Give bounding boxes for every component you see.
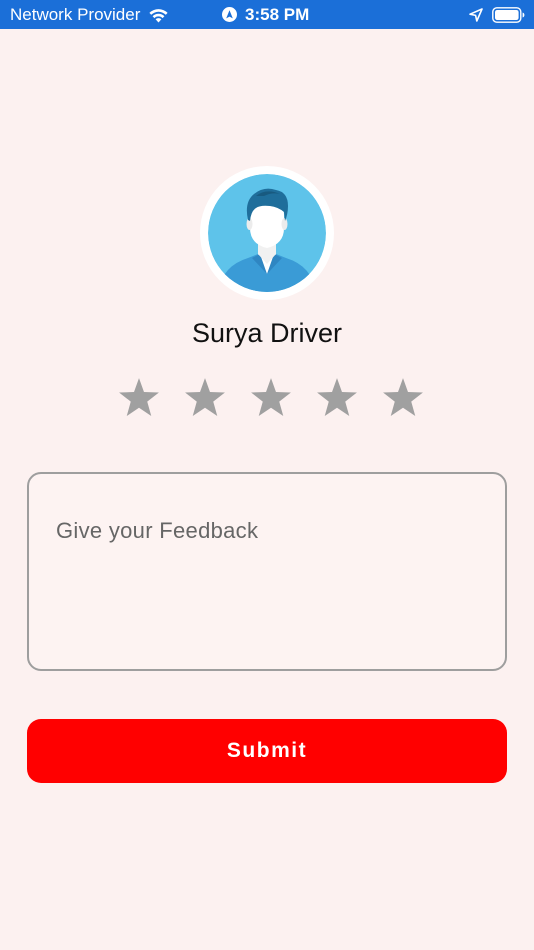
status-time: 3:58 PM	[245, 4, 310, 24]
status-left: Network Provider	[10, 4, 169, 25]
submit-button[interactable]: Submit	[27, 719, 507, 783]
driver-avatar-icon	[208, 174, 326, 292]
star-2-icon[interactable]	[182, 375, 228, 423]
status-bar: Network Provider 3:58 PM	[0, 0, 534, 29]
battery-icon	[492, 6, 525, 23]
location-services-icon	[222, 7, 237, 22]
feedback-input[interactable]	[56, 518, 476, 648]
star-4-icon[interactable]	[314, 375, 360, 423]
feedback-box	[27, 472, 507, 671]
avatar-ring	[200, 166, 334, 300]
star-3-icon[interactable]	[248, 375, 294, 423]
star-1-icon[interactable]	[116, 375, 162, 423]
status-right	[469, 4, 525, 25]
driver-name: Surya Driver	[191, 318, 343, 348]
star-5-icon[interactable]	[380, 375, 426, 423]
location-arrow-icon	[469, 7, 483, 22]
status-center: 3:58 PM	[222, 4, 309, 25]
star-rating	[116, 375, 426, 423]
wifi-icon	[148, 7, 169, 23]
carrier-label: Network Provider	[10, 4, 141, 24]
